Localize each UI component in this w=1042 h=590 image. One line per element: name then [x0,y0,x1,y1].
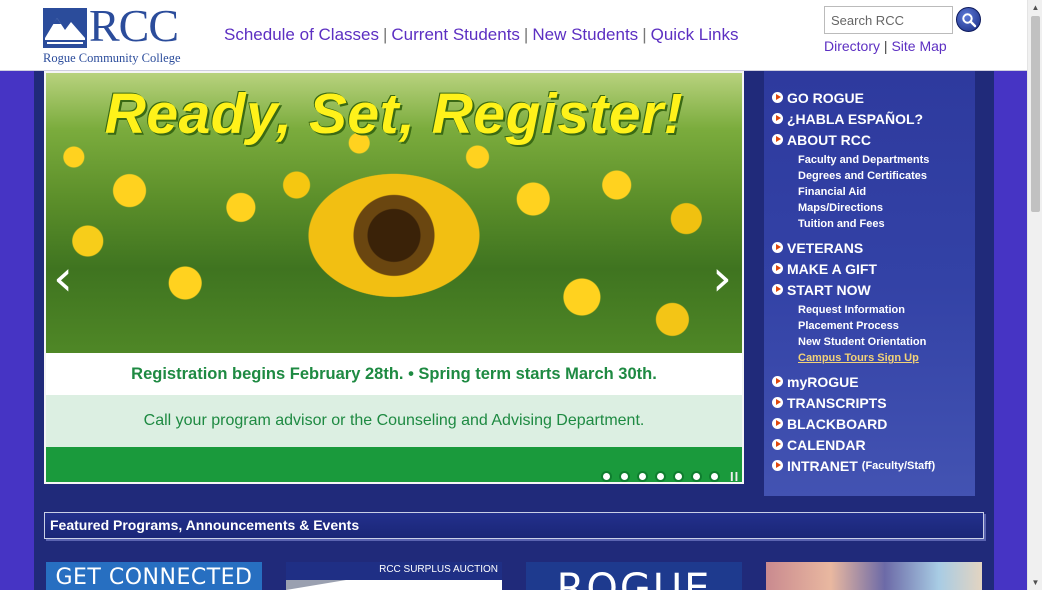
quick-nav-panel: GO ROGUE ¿HABLA ESPAÑOL? ABOUT RCC Facul… [764,71,975,496]
start-now-submenu: Request Information Placement Process Ne… [772,302,972,366]
slider-dot-5[interactable] [673,471,684,482]
rnav-myrogue[interactable]: myROGUE [772,371,972,392]
rnav-label: MAKE A GIFT [787,260,877,277]
tile-get-connected[interactable]: GET CONNECTED [46,562,262,590]
featured-section-heading: Featured Programs, Announcements & Event… [44,512,984,539]
logo-college-name: Rogue Community College [43,51,181,65]
arrow-bullet-icon [772,418,783,429]
rnav-label: INTRANET [787,457,858,474]
rnav-label: ABOUT RCC [787,131,871,148]
nav-current-students[interactable]: Current Students [391,25,520,44]
slider-dot-7[interactable] [709,471,720,482]
tile-photo[interactable] [766,562,982,590]
utility-links: Directory | Site Map [824,38,947,54]
logo-mountain-icon [43,8,87,48]
nav-separator: | [382,25,388,44]
tile-caption: RCC SURPLUS AUCTION [379,564,498,575]
rnav-sub-placement-process[interactable]: Placement Process [798,318,972,334]
rnav-about-rcc[interactable]: ABOUT RCC [772,129,972,150]
tile-rogue[interactable]: ROGUE [526,562,742,590]
rnav-go-rogue[interactable]: GO ROGUE [772,87,972,108]
arrow-bullet-icon [772,242,783,253]
nav-quick-links[interactable]: Quick Links [651,25,739,44]
directory-link[interactable]: Directory [824,38,880,54]
rnav-label: VETERANS [787,239,864,256]
search-input[interactable] [824,6,953,34]
tile-surplus-auction[interactable]: RCC SURPLUS AUCTION [286,562,502,590]
arrow-bullet-icon [772,439,783,450]
rnav-veterans[interactable]: VETERANS [772,237,972,258]
hero-title: Ready, Set, Register! [104,82,684,146]
slider-dot-4[interactable] [655,471,666,482]
rnav-sub-degrees-certificates[interactable]: Degrees and Certificates [798,168,972,184]
rnav-habla-espanol[interactable]: ¿HABLA ESPAÑOL? [772,108,972,129]
nav-separator: | [642,25,647,44]
hero-registration-dates: Registration begins February 28th. • Spr… [46,353,742,395]
search-icon [961,12,976,27]
rnav-sub-faculty-departments[interactable]: Faculty and Departments [798,152,972,168]
slider-dot-1[interactable] [601,471,612,482]
rnav-label: TRANSCRIPTS [787,394,887,411]
page-scrollbar[interactable]: ▲ ▼ [1027,0,1042,590]
arrow-bullet-icon [772,397,783,408]
rnav-intranet[interactable]: INTRANET (Faculty/Staff) [772,455,972,476]
slider-dot-6[interactable] [691,471,702,482]
slider-pagination: II [601,469,739,482]
tile-decoration [286,580,346,590]
rnav-start-now[interactable]: START NOW [772,279,972,300]
hero-advisor-note: Call your program advisor or the Counsel… [46,395,742,447]
rnav-sub-financial-aid[interactable]: Financial Aid [798,184,972,200]
rnav-sub-request-information[interactable]: Request Information [798,302,972,318]
scroll-down-arrow-icon[interactable]: ▼ [1028,575,1042,590]
rnav-calendar[interactable]: CALENDAR [772,434,972,455]
arrow-bullet-icon [772,376,783,387]
rnav-make-a-gift[interactable]: MAKE A GIFT [772,258,972,279]
rnav-label: START NOW [787,281,871,298]
slider-dot-2[interactable] [619,471,630,482]
rnav-sub-campus-tours[interactable]: Campus Tours Sign Up [798,350,972,366]
rnav-sub-new-student-orientation[interactable]: New Student Orientation [798,334,972,350]
arrow-bullet-icon [772,92,783,103]
top-navigation: Schedule of Classes | Current Students | New… [224,25,738,45]
rnav-label: ¿HABLA ESPAÑOL? [787,110,924,127]
slider-prev-arrow-icon[interactable]: ‹ [53,253,73,303]
slider-next-arrow-icon[interactable]: › [712,253,732,303]
arrow-bullet-icon [772,134,783,145]
rnav-transcripts[interactable]: TRANSCRIPTS [772,392,972,413]
hero-slider[interactable]: Ready, Set, Register! Registration begin… [44,71,744,484]
slider-dot-3[interactable] [637,471,648,482]
util-separator: | [883,38,888,54]
logo-text: RCC [89,0,179,51]
slider-pause-icon[interactable]: II [730,469,739,482]
rnav-label: BLACKBOARD [787,415,888,432]
nav-new-students[interactable]: New Students [532,25,638,44]
rnav-label: CALENDAR [787,436,866,453]
arrow-bullet-icon [772,263,783,274]
search-button[interactable] [956,7,981,32]
nav-schedule-of-classes[interactable]: Schedule of Classes [224,25,379,44]
arrow-bullet-icon [772,284,783,295]
arrow-bullet-icon [772,460,783,471]
sunflower-banner-image: Ready, Set, Register! [46,73,742,353]
scroll-up-arrow-icon[interactable]: ▲ [1028,0,1042,15]
about-submenu: Faculty and Departments Degrees and Cert… [772,152,972,232]
rnav-sub-maps-directions[interactable]: Maps/Directions [798,200,972,216]
rnav-sub-tuition-fees[interactable]: Tuition and Fees [798,216,972,232]
arrow-bullet-icon [772,113,783,124]
site-map-link[interactable]: Site Map [891,38,946,54]
intranet-note: (Faculty/Staff) [861,459,936,472]
site-header: RCC Rogue Community College Schedule of … [0,0,1027,71]
rnav-label: myROGUE [787,373,859,390]
nav-separator: | [523,25,529,44]
rnav-blackboard[interactable]: BLACKBOARD [772,413,972,434]
rnav-label: GO ROGUE [787,89,865,106]
scroll-thumb[interactable] [1031,16,1040,212]
rcc-logo[interactable]: RCC Rogue Community College [43,2,198,66]
